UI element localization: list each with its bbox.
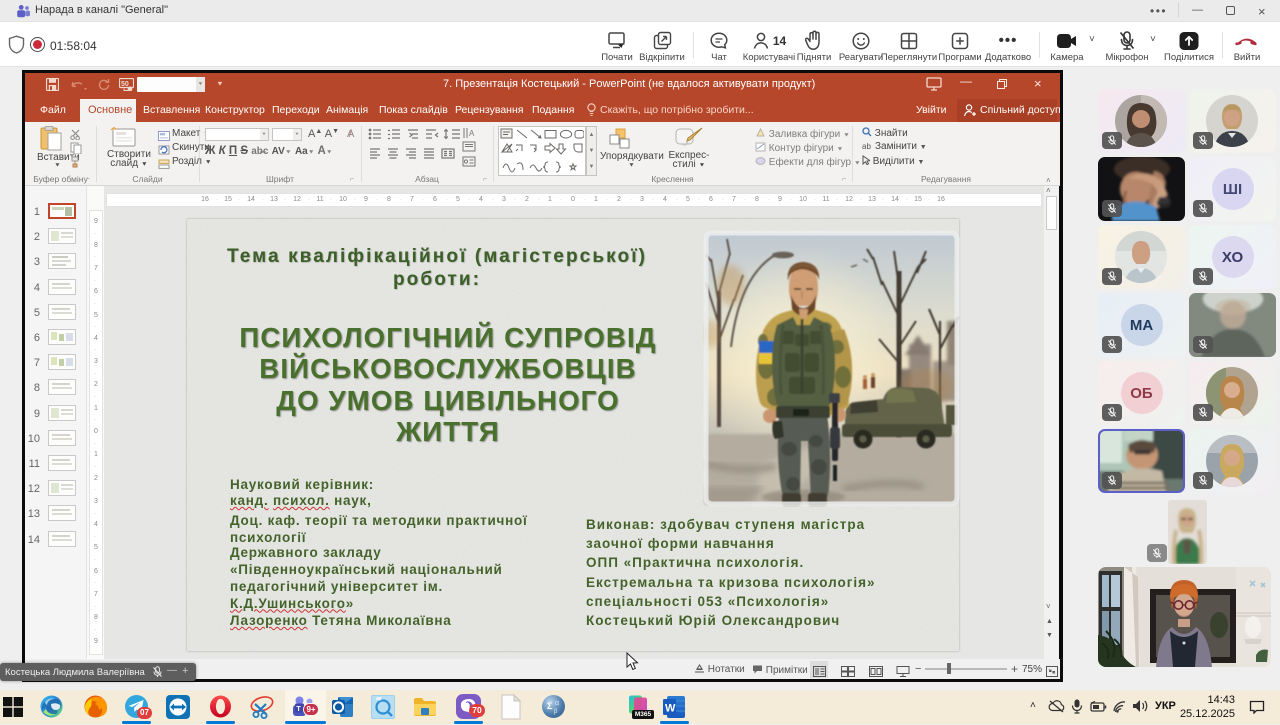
- svg-text:50: 50: [121, 81, 129, 88]
- svg-text:A: A: [469, 129, 475, 138]
- svg-text:T: T: [296, 704, 301, 713]
- svg-text:Σ: Σ: [547, 701, 553, 711]
- svg-text:β: β: [554, 709, 558, 715]
- svg-text:α: α: [555, 700, 559, 707]
- svg-text:W: W: [665, 703, 676, 715]
